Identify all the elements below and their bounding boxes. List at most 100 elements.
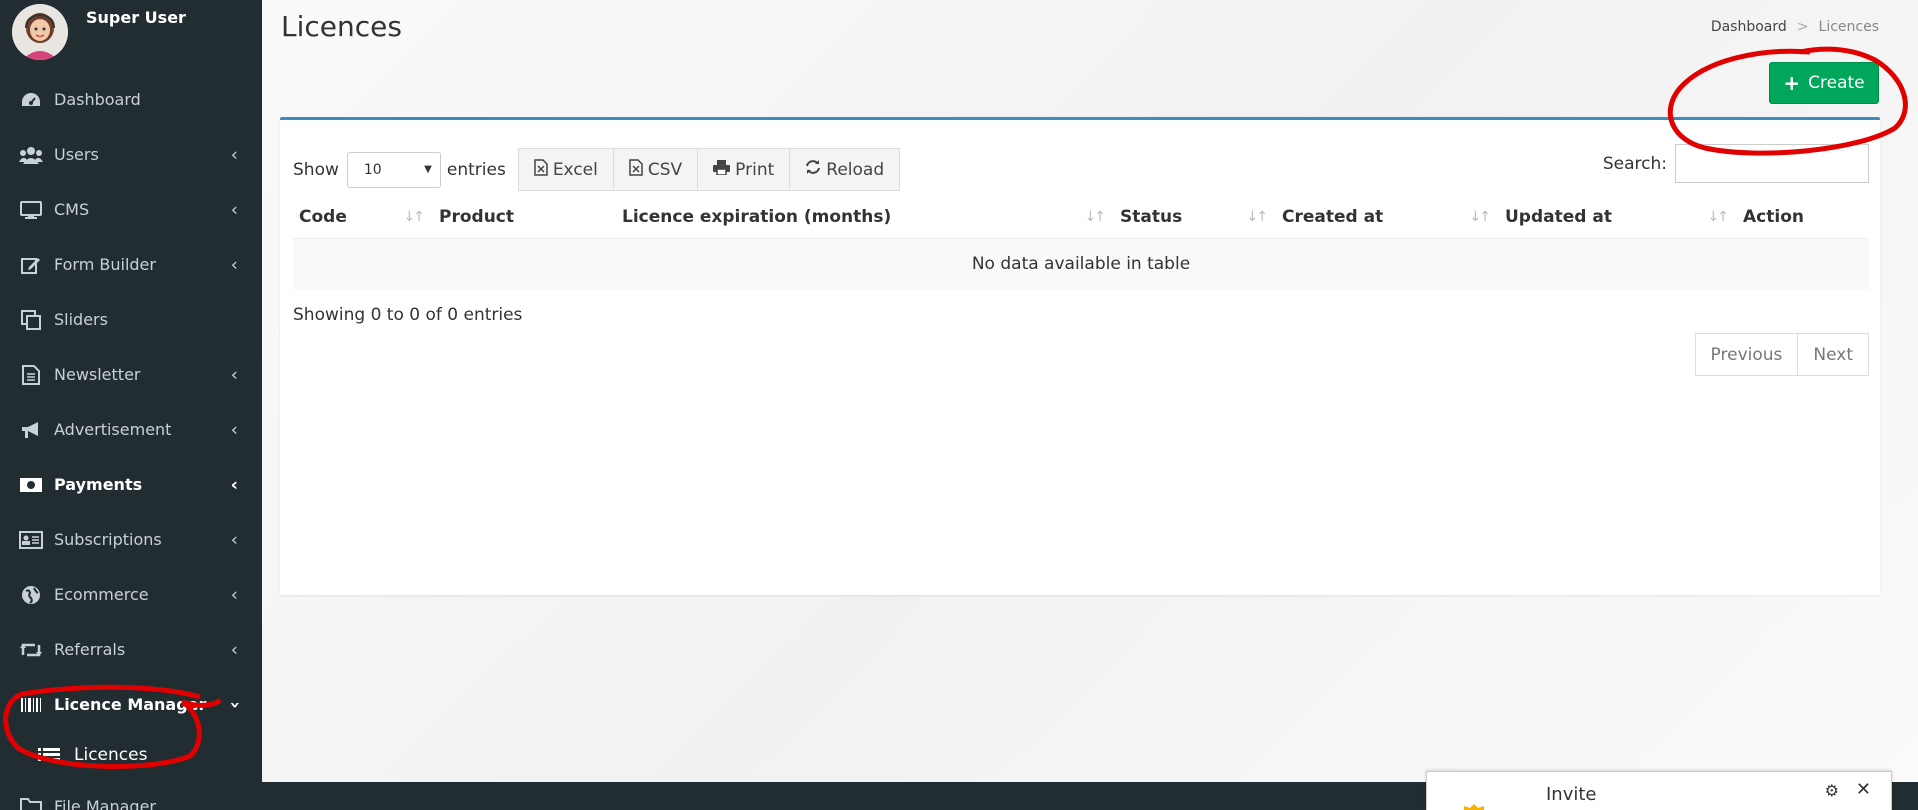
sidebar-item-advertisement[interactable]: Advertisement ‹ xyxy=(0,402,262,457)
sort-icon: ↓↑ xyxy=(403,208,426,225)
export-button-group: Excel CSV Print Reload xyxy=(517,148,901,191)
user-avatar[interactable] xyxy=(12,4,68,60)
next-page-button[interactable]: Next xyxy=(1798,333,1869,376)
table-header-row: Code ↓↑ Product Licence expiration (month… xyxy=(293,196,1869,239)
sidebar-subitem-label: Licences xyxy=(74,745,148,765)
breadcrumb-separator: > xyxy=(1796,19,1809,35)
sidebar-item-form-builder[interactable]: Form Builder ‹ xyxy=(0,237,262,292)
sidebar-item-sliders[interactable]: Sliders xyxy=(0,292,262,347)
entries-select[interactable]: 10 ▼ xyxy=(346,151,441,188)
sidebar-item-licence-manager[interactable]: Licence Manager ‹ xyxy=(0,677,262,732)
column-header-status[interactable]: Status ↓↑ xyxy=(1114,196,1276,239)
money-icon xyxy=(18,474,44,496)
sidebar-item-label: Form Builder xyxy=(54,255,156,274)
main-content: Licences Dashboard > Licences + Create S… xyxy=(262,0,1918,782)
page-title: Licences xyxy=(281,10,402,43)
sidebar-item-users[interactable]: Users ‹ xyxy=(0,127,262,182)
breadcrumb-home-link[interactable]: Dashboard xyxy=(1711,19,1787,35)
excel-button[interactable]: Excel xyxy=(517,148,614,191)
search-label: Search: xyxy=(1602,153,1667,174)
barcode-icon xyxy=(18,694,44,716)
desktop-icon xyxy=(18,199,44,221)
entries-label: entries xyxy=(446,159,506,180)
column-header-product[interactable]: Product xyxy=(433,196,616,239)
print-icon xyxy=(713,159,731,180)
sort-icon: ↓↑ xyxy=(1246,208,1269,225)
chevron-down-icon: ‹ xyxy=(223,700,245,709)
create-button[interactable]: + Create xyxy=(1769,62,1879,104)
column-header-code[interactable]: Code ↓↑ xyxy=(293,196,433,239)
gear-icon[interactable]: ⚙ xyxy=(1825,781,1839,800)
chevron-left-icon: ‹ xyxy=(230,529,238,550)
sidebar-item-label: Users xyxy=(54,145,99,164)
sidebar-item-ecommerce[interactable]: Ecommerce ‹ xyxy=(0,567,262,622)
chevron-left-icon: ‹ xyxy=(230,639,238,660)
csv-button[interactable]: CSV xyxy=(613,148,699,191)
sort-icon: ↓↑ xyxy=(1469,208,1492,225)
column-header-created-at[interactable]: Created at ↓↑ xyxy=(1276,196,1499,239)
sidebar-item-label: Dashboard xyxy=(54,90,141,109)
retweet-icon xyxy=(18,639,44,661)
show-label: Show xyxy=(293,159,339,180)
empty-table-message: No data available in table xyxy=(293,238,1869,290)
chevron-left-icon: ‹ xyxy=(230,419,238,440)
refresh-icon xyxy=(805,159,821,180)
print-button[interactable]: Print xyxy=(698,148,791,191)
sort-icon: ↓↑ xyxy=(1084,208,1107,225)
sidebar-item-dashboard[interactable]: Dashboard xyxy=(0,72,262,127)
user-name: Super User xyxy=(86,8,186,27)
folder-icon xyxy=(18,795,44,810)
previous-page-button[interactable]: Previous xyxy=(1694,333,1799,376)
chevron-left-icon: ‹ xyxy=(230,364,238,385)
create-button-label: Create xyxy=(1808,73,1865,93)
plus-icon: + xyxy=(1783,71,1801,95)
caret-down-icon: ▼ xyxy=(424,164,432,175)
column-header-licence-expiration[interactable]: Licence expiration (months) ↓↑ xyxy=(616,196,1114,239)
sidebar-item-label: Referrals xyxy=(54,640,126,659)
globe-icon xyxy=(18,584,44,606)
sort-icon: ↓↑ xyxy=(1707,208,1730,225)
id-card-icon xyxy=(18,529,44,551)
sidebar-item-label: Sliders xyxy=(54,310,108,329)
licences-table: Code ↓↑ Product Licence expiration (month… xyxy=(293,196,1869,290)
csv-button-label: CSV xyxy=(647,159,683,180)
close-icon[interactable]: ✕ xyxy=(1856,779,1871,800)
excel-button-label: Excel xyxy=(552,159,598,180)
sidebar-menu: Dashboard Users ‹ CMS ‹ Form Builder ‹ S… xyxy=(0,72,262,810)
sidebar-item-label: Newsletter xyxy=(54,365,141,384)
sidebar-subitem-licences[interactable]: Licences xyxy=(0,732,262,778)
table-row: No data available in table xyxy=(293,238,1869,290)
sidebar-item-label: Payments xyxy=(54,475,143,494)
breadcrumb-current: Licences xyxy=(1818,19,1879,35)
chevron-left-icon: ‹ xyxy=(230,144,238,165)
sidebar-item-label: Ecommerce xyxy=(54,585,149,604)
edit-icon xyxy=(18,254,44,276)
sidebar-item-payments[interactable]: Payments ‹ xyxy=(0,457,262,512)
sidebar-item-label: CMS xyxy=(54,200,90,219)
column-header-action: Action xyxy=(1737,196,1869,239)
sidebar-item-newsletter[interactable]: Newsletter ‹ xyxy=(0,347,262,402)
sidebar-item-cms[interactable]: CMS ‹ xyxy=(0,182,262,237)
sidebar-item-file-manager[interactable]: File Manager xyxy=(0,786,262,810)
copy-icon xyxy=(18,309,44,331)
bullhorn-icon xyxy=(18,419,44,441)
chevron-left-icon: ‹ xyxy=(230,199,238,220)
chevron-left-icon: ‹ xyxy=(230,584,238,605)
invite-label: Invite xyxy=(1546,784,1597,805)
file-text-icon xyxy=(18,364,44,386)
search-input[interactable] xyxy=(1675,144,1869,183)
sidebar-item-referrals[interactable]: Referrals ‹ xyxy=(0,622,262,677)
sidebar: Super User Dashboard Users ‹ CMS ‹ Form … xyxy=(0,0,262,810)
column-header-updated-at[interactable]: Updated at ↓↑ xyxy=(1499,196,1737,239)
user-panel: Super User xyxy=(0,0,262,72)
table-info: Showing 0 to 0 of 0 entries xyxy=(293,305,523,325)
sidebar-item-subscriptions[interactable]: Subscriptions ‹ xyxy=(0,512,262,567)
sidebar-item-label: File Manager xyxy=(54,796,156,810)
list-icon xyxy=(36,745,62,765)
invite-widget[interactable]: Invite ⚙ ✕ xyxy=(1426,771,1892,810)
reload-button[interactable]: Reload xyxy=(790,148,901,191)
reload-button-label: Reload xyxy=(826,159,885,180)
breadcrumb: Dashboard > Licences xyxy=(1711,19,1879,35)
table-toolbar: Show 10 ▼ entries Excel CSV Print Reload xyxy=(293,148,901,191)
entries-select-value: 10 xyxy=(363,161,382,178)
